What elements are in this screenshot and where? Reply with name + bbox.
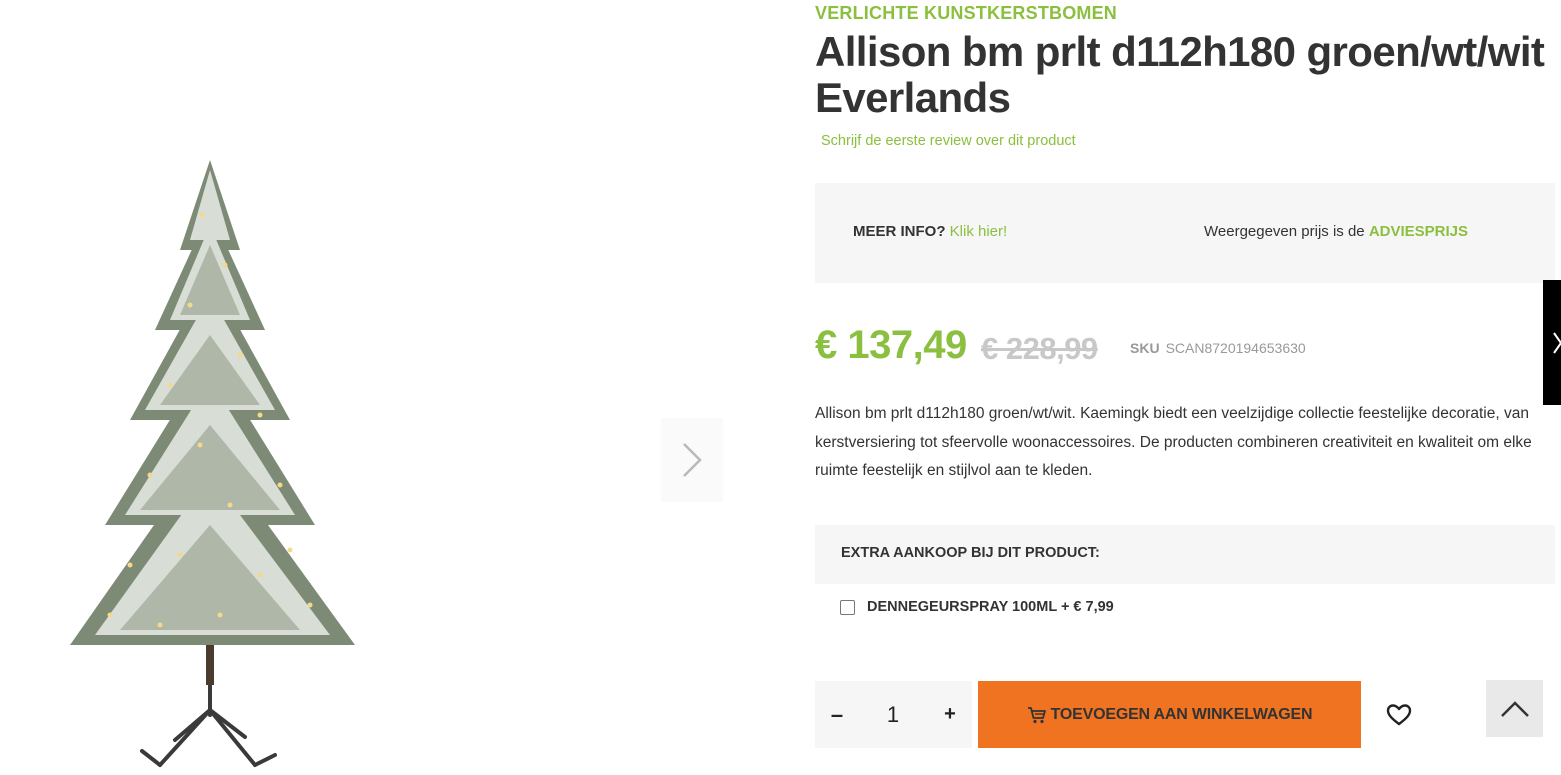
chevron-right-icon [1553, 331, 1561, 354]
cart-icon [1027, 706, 1047, 724]
write-review-link[interactable]: Schrijf de eerste review over dit produc… [821, 133, 1076, 149]
extra-purchase-option[interactable]: DENNEGEURSPRAY 100ML + € 7,99 [840, 599, 1114, 615]
quantity-increase-button[interactable]: + [928, 681, 972, 748]
add-to-cart-button[interactable]: TOEVOEGEN AAN WINKELWAGEN [978, 681, 1361, 748]
chevron-right-icon [683, 443, 702, 477]
price-note-text: Weergegeven prijs is de [1204, 223, 1365, 240]
christmas-tree-illustration [70, 160, 355, 767]
add-to-cart-label: TOEVOEGEN AAN WINKELWAGEN [1050, 705, 1313, 723]
quantity-decrease-button[interactable]: – [815, 681, 859, 748]
chevron-up-icon [1500, 700, 1529, 717]
wishlist-button[interactable] [1384, 700, 1414, 730]
extra-purchase-label[interactable]: DENNEGEURSPRAY 100ML + € 7,99 [867, 599, 1114, 615]
current-price: € 137,49 [815, 323, 967, 367]
sku-label: SKU [1130, 340, 1160, 356]
extra-purchase-header: EXTRA AANKOOP BIJ DIT PRODUCT: [815, 525, 1555, 584]
price-note-highlight: ADVIESPRIJS [1368, 223, 1469, 240]
info-panel: MEER INFO? Klik hier! Weergegeven prijs … [815, 183, 1555, 283]
old-price: € 228,99 [981, 331, 1098, 366]
extra-purchase-title: EXTRA AANKOOP BIJ DIT PRODUCT: [841, 545, 1100, 561]
sku-value: SCAN8720194653630 [1165, 340, 1306, 356]
sku: SKU SCAN8720194653630 [1130, 340, 1306, 356]
quantity-stepper: – 1 + [815, 681, 972, 748]
extra-purchase-checkbox[interactable] [840, 599, 855, 615]
quantity-input[interactable]: 1 [870, 681, 916, 748]
gallery-next-button[interactable] [661, 418, 723, 502]
product-image[interactable] [30, 155, 390, 770]
product-description: Allison bm prlt d112h180 groen/wt/wit. K… [815, 405, 1532, 479]
scroll-to-top-button[interactable] [1486, 680, 1543, 737]
more-info-label: MEER INFO? [853, 223, 946, 240]
price-note: Weergegeven prijs is de ADVIESPRIJS [1204, 223, 1468, 240]
heart-icon [1386, 704, 1412, 726]
side-panel-tab[interactable] [1543, 280, 1561, 405]
product-category[interactable]: VERLICHTE KUNSTKERSTBOMEN [815, 3, 1117, 24]
more-info-link[interactable]: Klik hier! [950, 223, 1008, 240]
product-title: Allison bm prlt d112h180 groen/wt/wit Ev… [815, 28, 1545, 121]
more-info: MEER INFO? Klik hier! [853, 223, 1007, 240]
